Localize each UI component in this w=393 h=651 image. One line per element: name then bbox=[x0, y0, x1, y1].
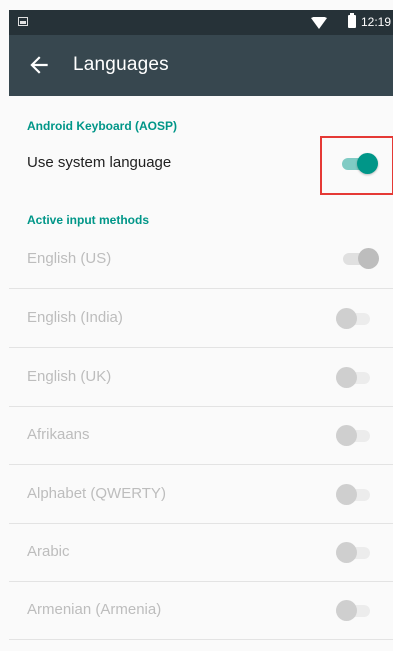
input-method-label: Armenian (Armenia) bbox=[27, 601, 162, 618]
input-method-label: Alphabet (QWERTY) bbox=[27, 485, 166, 502]
wifi-icon bbox=[311, 17, 327, 29]
input-method-row-afrikaans[interactable]: Afrikaans bbox=[9, 407, 393, 465]
input-method-label: English (US) bbox=[27, 250, 112, 267]
input-method-row-english-uk[interactable]: English (UK) bbox=[9, 349, 393, 407]
input-method-row-alphabet-qwerty[interactable]: Alphabet (QWERTY) bbox=[9, 466, 393, 524]
status-bar: 12:19 bbox=[9, 10, 393, 35]
input-method-toggle-english-us[interactable] bbox=[343, 247, 379, 271]
app-bar: Languages bbox=[9, 35, 393, 96]
notification-image-icon bbox=[18, 17, 28, 26]
page-title: Languages bbox=[73, 54, 169, 75]
section-header-keyboard: Android Keyboard (AOSP) bbox=[27, 119, 178, 133]
toggle-thumb bbox=[336, 600, 357, 621]
highlight-box bbox=[320, 136, 393, 195]
input-method-toggle-afrikaans[interactable] bbox=[336, 424, 370, 448]
use-system-language-label: Use system language bbox=[27, 154, 172, 171]
toggle-thumb bbox=[336, 542, 357, 563]
input-method-row-arabic[interactable]: Arabic bbox=[9, 524, 393, 582]
arrow-back-icon[interactable] bbox=[26, 52, 52, 78]
toggle-thumb bbox=[336, 367, 357, 388]
input-method-row-english-india[interactable]: English (India) bbox=[9, 290, 393, 348]
input-method-label: Arabic bbox=[27, 543, 70, 560]
toggle-thumb bbox=[358, 248, 379, 269]
input-method-label: English (India) bbox=[27, 309, 123, 326]
input-method-toggle-alphabet-qwerty[interactable] bbox=[336, 483, 370, 507]
input-method-row-armenian[interactable]: Armenian (Armenia) bbox=[9, 582, 393, 640]
input-method-toggle-arabic[interactable] bbox=[336, 541, 370, 565]
input-method-toggle-armenian[interactable] bbox=[336, 599, 370, 623]
input-method-label: Afrikaans bbox=[27, 426, 90, 443]
input-method-toggle-english-uk[interactable] bbox=[336, 366, 370, 390]
toggle-thumb bbox=[336, 308, 357, 329]
input-method-label: English (UK) bbox=[27, 368, 112, 385]
status-clock: 12:19 bbox=[361, 15, 392, 29]
toggle-thumb bbox=[336, 484, 357, 505]
input-method-row-english-us[interactable]: English (US) bbox=[9, 231, 393, 289]
battery-icon bbox=[348, 13, 356, 28]
input-method-toggle-english-india[interactable] bbox=[336, 307, 370, 331]
section-header-input-methods: Active input methods bbox=[27, 213, 150, 227]
toggle-thumb bbox=[336, 425, 357, 446]
